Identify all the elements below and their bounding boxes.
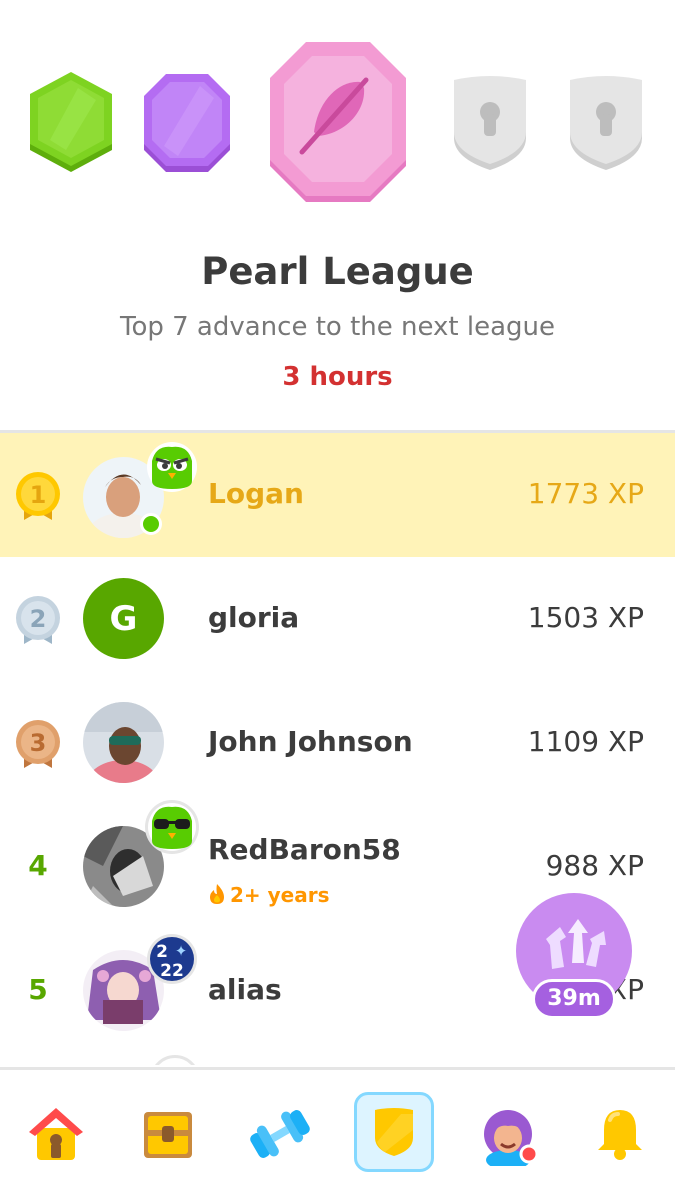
online-status-dot — [140, 513, 162, 535]
emerald-league-badge[interactable] — [26, 70, 116, 176]
leaderboard-row[interactable]: 2 G gloria 1503 XP — [0, 557, 675, 681]
avatar — [150, 1055, 200, 1065]
rank-number: 5 — [28, 973, 48, 1006]
leaderboard-row[interactable]: 1 Logan 1773 XP — [0, 433, 675, 557]
year-2022-icon: 2 ✦ 22 — [146, 933, 198, 989]
user-name: Logan — [208, 477, 304, 510]
xp-boost-timer[interactable]: 39m — [516, 893, 632, 1029]
rank-number: 3 — [30, 729, 47, 757]
rank-number: 4 — [28, 849, 48, 882]
locked-league-badge[interactable] — [560, 74, 652, 172]
user-name: gloria — [208, 601, 300, 634]
rank-number: 2 — [30, 605, 47, 633]
leaderboard-row[interactable]: 3 John Johnson 1109 XP — [0, 681, 675, 805]
gold-medal-icon: 1 — [12, 470, 64, 522]
pearl-league-badge[interactable] — [268, 40, 408, 206]
house-icon — [29, 1108, 83, 1160]
user-name: alias — [208, 973, 282, 1006]
user-xp: 1109 XP — [527, 725, 644, 758]
locked-league-badge[interactable] — [444, 74, 536, 172]
profile-avatar-icon — [484, 1110, 539, 1166]
badge-sparkle: ✦ — [175, 942, 188, 960]
bottom-nav — [0, 1070, 675, 1200]
rank-number: 1 — [30, 481, 47, 509]
streak-label: 2+ years — [208, 883, 330, 907]
duo-owl-icon — [146, 441, 198, 497]
nav-stories[interactable] — [128, 1094, 208, 1174]
nav-home[interactable] — [16, 1094, 96, 1174]
avatar[interactable] — [83, 702, 164, 783]
badge-text: 22 — [160, 961, 184, 981]
avatar-letter: G — [109, 598, 138, 639]
nav-profile[interactable] — [468, 1094, 548, 1174]
notification-dot — [519, 1144, 539, 1164]
amethyst-league-badge[interactable] — [142, 72, 232, 176]
user-xp: 1773 XP — [527, 477, 644, 510]
user-name: RedBaron58 — [208, 833, 401, 866]
bronze-medal-icon: 3 — [12, 718, 64, 770]
leaderboard-row[interactable] — [0, 1053, 675, 1065]
flame-icon — [210, 884, 224, 904]
duo-sunglasses-icon — [144, 799, 200, 859]
user-xp: 988 XP — [545, 849, 644, 882]
badge-text: 2 — [156, 942, 168, 962]
nav-leagues[interactable] — [354, 1092, 434, 1172]
avatar[interactable]: G — [83, 578, 164, 659]
dumbbell-icon — [250, 1110, 310, 1158]
league-time-left: 3 hours — [282, 362, 393, 392]
streak-text: 2+ years — [230, 883, 330, 907]
xp-boost-time: 39m — [532, 979, 616, 1019]
bell-icon — [598, 1110, 642, 1160]
league-title: Pearl League — [201, 250, 474, 293]
nav-notifications[interactable] — [580, 1094, 660, 1174]
nav-practice[interactable] — [240, 1094, 320, 1174]
shield-icon — [375, 1108, 413, 1156]
treasure-chest-icon — [144, 1112, 192, 1158]
user-name: John Johnson — [208, 725, 413, 758]
silver-medal-icon: 2 — [12, 594, 64, 646]
league-badges — [0, 0, 675, 230]
user-xp: 1503 XP — [527, 601, 644, 634]
league-subtitle: Top 7 advance to the next league — [119, 312, 556, 342]
